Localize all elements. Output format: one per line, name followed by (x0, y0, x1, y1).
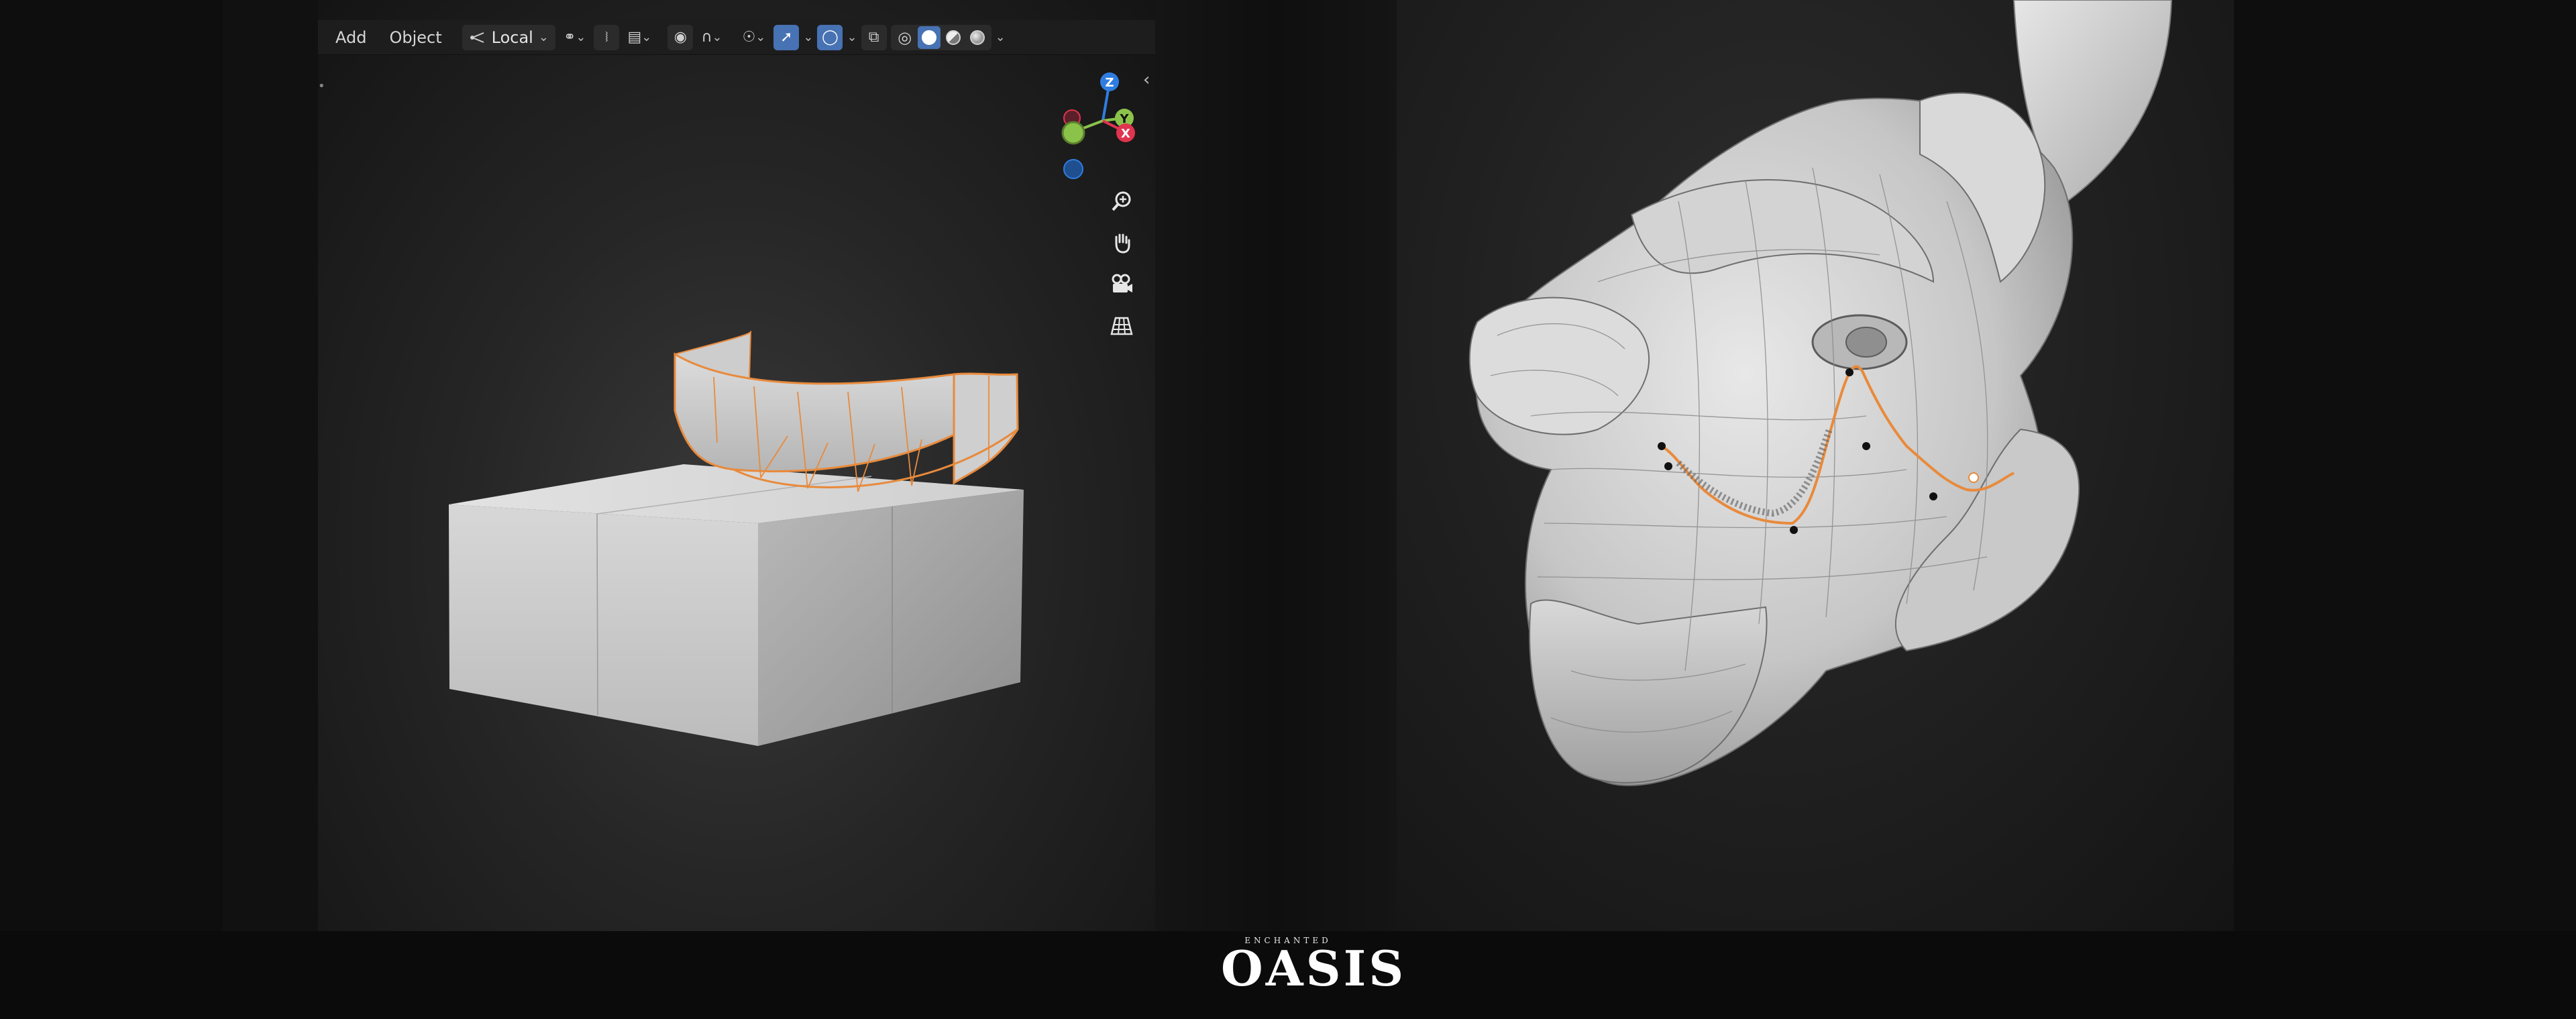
curve-point[interactable] (1664, 462, 1672, 470)
scene-mesh[interactable] (318, 0, 1155, 931)
cube-object[interactable] (449, 464, 1024, 746)
right-margin (2234, 0, 2576, 931)
curve-point[interactable] (1790, 526, 1798, 534)
curve-point[interactable] (1845, 368, 1854, 376)
curve-point[interactable] (1658, 442, 1666, 450)
curve-point-active[interactable] (1968, 472, 1979, 483)
center-gutter (1155, 0, 1397, 931)
brand-logo: ENCHANTED OASIS (1221, 936, 1407, 997)
left-margin (0, 0, 223, 931)
viewport-right[interactable] (1397, 0, 2234, 931)
selected-curved-strip[interactable] (674, 330, 1019, 492)
left-gutter (223, 0, 318, 931)
sculpted-creature-head[interactable] (1397, 0, 2234, 931)
curve-point[interactable] (1862, 442, 1870, 450)
curve-point[interactable] (1929, 492, 1937, 500)
logo-title: OASIS (1221, 940, 1407, 997)
viewport-left[interactable]: Add Object Local ⌄ ⚭ ⌄ ⧘ ▤ ⌄ ◉ ∩ ⌄ ☉ ⌄ ➚ ⌄ ◯… (318, 0, 1155, 931)
